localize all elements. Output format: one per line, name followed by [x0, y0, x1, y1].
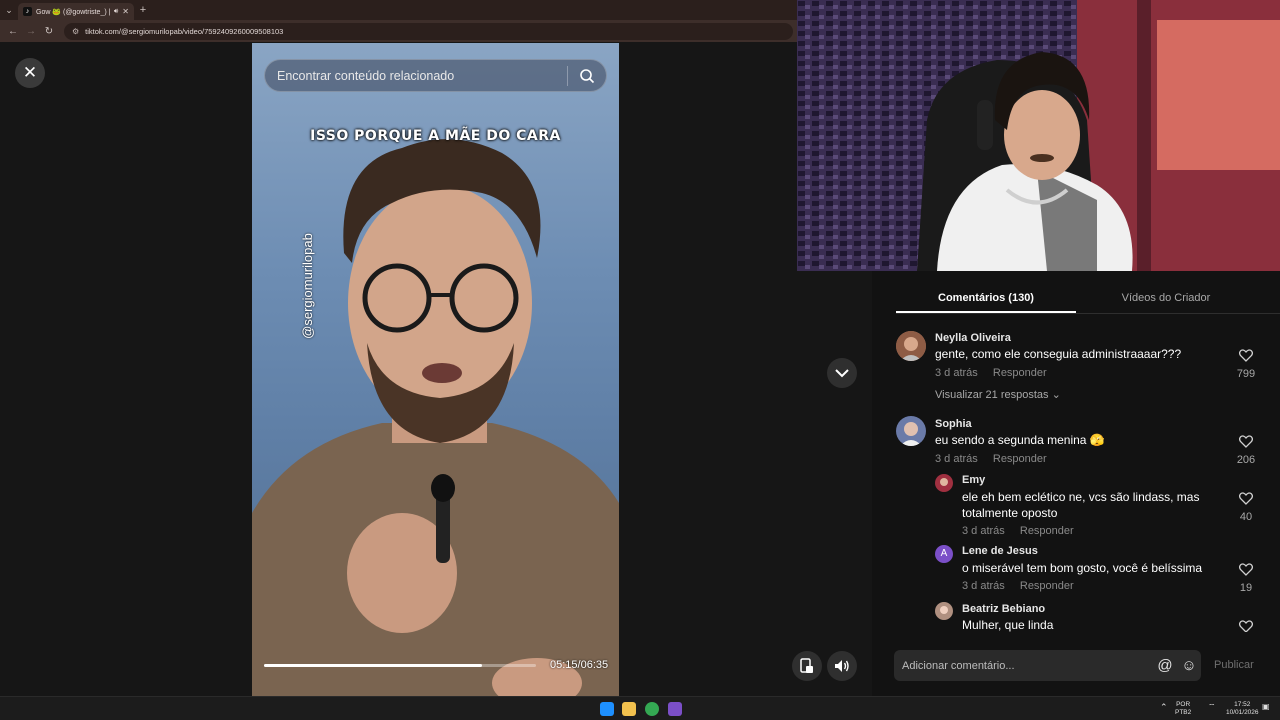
reply-text: Mulher, que linda [962, 618, 1054, 632]
close-icon[interactable]: ✕ [15, 58, 45, 88]
comment-author[interactable]: Neylla Oliveira [935, 332, 1011, 344]
pip-icon[interactable] [792, 651, 822, 681]
like-button[interactable]: 206 [1232, 435, 1260, 466]
heart-icon[interactable] [1238, 492, 1254, 505]
clock[interactable]: 17:52 10/01/2026 [1226, 701, 1259, 717]
comment-input[interactable]: Adicionar comentário... @ ☺ [894, 650, 1201, 681]
lang-bottom: PTB2 [1175, 709, 1192, 716]
file-explorer-icon[interactable] [622, 702, 636, 716]
like-count: 799 [1236, 368, 1256, 380]
heart-icon[interactable] [1238, 620, 1254, 632]
heart-icon[interactable] [1238, 435, 1254, 448]
view-replies-button[interactable]: Visualizar 21 respostas ⌄ [935, 388, 1061, 401]
address-bar-row: ← → ↻ ⚙ tiktok.com/@sergiomurilopab/vide… [0, 20, 797, 42]
reply-item: Beatriz Bebiano Mulher, que linda [935, 602, 1265, 632]
comment-placeholder: Adicionar comentário... [902, 659, 1015, 672]
comment-time: 3 d atrás [935, 453, 978, 465]
browser-tab-bar: ⌄ ♪ Gow 🐸 (@gowtriste_) | Ti 🔊︎ ✕ + [0, 0, 797, 20]
chrome-icon[interactable] [645, 702, 659, 716]
tab-creator-videos[interactable]: Vídeos do Criador [1076, 283, 1256, 313]
tiktok-favicon-icon: ♪ [23, 7, 32, 16]
language-indicator[interactable]: POR PTB2 [1175, 701, 1191, 717]
heart-icon[interactable] [1238, 349, 1254, 362]
heart-icon[interactable] [1238, 563, 1254, 576]
tab-close-icon[interactable]: ✕ [122, 7, 129, 16]
avatar[interactable] [896, 416, 926, 446]
like-button[interactable]: 19 [1232, 563, 1260, 594]
url-text: tiktok.com/@sergiomurilopab/video/759240… [85, 26, 284, 36]
webcam-image [797, 0, 1280, 271]
avatar[interactable] [935, 602, 953, 620]
like-button[interactable]: 40 [1232, 492, 1260, 523]
like-button[interactable] [1232, 620, 1260, 632]
like-button[interactable]: 799 [1232, 349, 1260, 380]
tray-chevron-icon[interactable]: ⌃ [1160, 703, 1168, 712]
reply-time: 3 d atrás [962, 580, 1005, 592]
reply-meta: 3 d atrás Responder [962, 580, 1074, 592]
url-field[interactable]: ⚙ tiktok.com/@sergiomurilopab/video/7592… [64, 22, 793, 40]
creator-handle-watermark: @sergiomurilopab [300, 233, 315, 339]
view-replies-label: Visualizar 21 respostas [935, 389, 1049, 401]
comment-text: eu sendo a segunda menina 🫣 [935, 433, 1105, 447]
webcam-overlay [797, 0, 1280, 271]
windows-taskbar: ⌃ POR PTB2 ⌔ 17:52 10/01/2026 ▣ [0, 696, 1280, 720]
reload-icon[interactable]: ↻ [40, 26, 58, 37]
publish-button[interactable]: Publicar [1214, 659, 1254, 671]
network-icon[interactable]: ⌔ [1208, 703, 1216, 711]
reply-author[interactable]: Emy [962, 474, 985, 486]
volume-icon[interactable] [827, 651, 857, 681]
like-count: 19 [1239, 582, 1253, 594]
reply-button[interactable]: Responder [1020, 580, 1074, 592]
video-progress-bar[interactable] [264, 664, 536, 667]
avatar[interactable] [935, 474, 953, 492]
start-icon[interactable] [600, 702, 614, 716]
notification-icon[interactable]: ▣ [1262, 703, 1270, 711]
avatar[interactable]: A [935, 545, 953, 563]
emoji-icon[interactable]: ☺ [1177, 657, 1201, 674]
comments-panel: Comentários (130) Vídeos do Criador Neyl… [872, 271, 1280, 696]
reply-author[interactable]: Beatriz Bebiano [962, 603, 1045, 615]
reply-time: 3 d atrás [962, 525, 1005, 537]
comment-time: 3 d atrás [935, 367, 978, 379]
clock-time: 17:52 [1234, 701, 1251, 708]
at-icon[interactable]: @ [1153, 657, 1177, 674]
reply-button[interactable]: Responder [993, 367, 1047, 379]
avatar[interactable] [896, 331, 926, 361]
reply-text: o miserável tem bom gosto, você é belíss… [962, 561, 1203, 575]
comment-meta: 3 d atrás Responder [935, 367, 1047, 379]
speaker-icon[interactable]: 🔊︎ [114, 8, 118, 16]
video-progress-fill [264, 664, 482, 667]
browser-tab[interactable]: ♪ Gow 🐸 (@gowtriste_) | Ti 🔊︎ ✕ [18, 3, 134, 20]
like-count: 40 [1239, 511, 1253, 523]
comment-author[interactable]: Sophia [935, 418, 972, 430]
comment-text: gente, como ele conseguia administraaaar… [935, 347, 1182, 361]
search-icon[interactable] [568, 68, 606, 84]
comment-meta: 3 d atrás Responder [935, 453, 1047, 465]
app-icon[interactable] [668, 702, 682, 716]
reply-text: ele eh bem eclético ne, vcs são lindass,… [962, 490, 1200, 520]
reply-meta: 3 d atrás Responder [962, 525, 1074, 537]
reply-button[interactable]: Responder [1020, 525, 1074, 537]
reply-button[interactable]: Responder [993, 453, 1047, 465]
tab-comments[interactable]: Comentários (130) [896, 283, 1076, 313]
clock-date: 10/01/2026 [1226, 709, 1259, 716]
panel-tabs: Comentários (130) Vídeos do Criador [896, 283, 1256, 313]
forward-icon[interactable]: → [22, 26, 40, 37]
site-info-icon[interactable]: ⚙ [72, 27, 79, 36]
lang-top: POR [1176, 701, 1191, 708]
related-search-bar[interactable]: Encontrar conteúdo relacionado [264, 59, 607, 92]
chevron-down-icon[interactable] [827, 358, 857, 388]
video-timecode: 05:15/06:35 [550, 659, 609, 671]
video-caption: ISSO PORQUE A MÃE DO CARA [310, 128, 561, 144]
tab-title: Gow 🐸 (@gowtriste_) | Ti [36, 8, 110, 16]
back-icon[interactable]: ← [4, 26, 22, 37]
new-tab-icon[interactable]: + [134, 4, 152, 16]
like-count: 206 [1236, 454, 1256, 466]
tabs-divider [896, 313, 1280, 314]
tab-list-icon[interactable]: ⌄ [0, 0, 18, 20]
search-placeholder: Encontrar conteúdo relacionado [277, 68, 455, 83]
reply-author[interactable]: Lene de Jesus [962, 545, 1038, 557]
chevron-down-icon: ⌄ [1051, 389, 1061, 401]
